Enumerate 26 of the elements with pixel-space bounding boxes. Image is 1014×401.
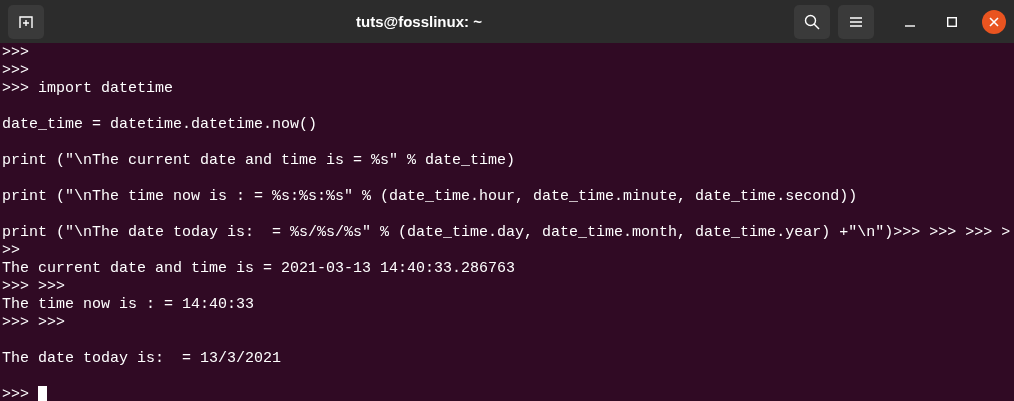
menu-icon — [849, 15, 863, 28]
terminal-line: print ("\nThe time now is : = %s:%s:%s" % (date_time.hour, date_time.minute, date_time.second)) — [2, 188, 858, 205]
window-title: tuts@fosslinux: ~ — [356, 12, 482, 30]
terminal-line: print ("\nThe date today is: = %s/%s/%s" % (date_time.day, date_time.month, date_time.year) +"\n")>>> >>> >>> > — [2, 224, 1011, 241]
terminal-line: The current date and time is = 2021-03-13 14:40:33.286763 — [2, 260, 516, 277]
search-icon — [804, 13, 820, 30]
terminal-line: The date today is: = 13/3/2021 — [2, 350, 282, 367]
terminal-line: >>> >>> — [2, 314, 65, 331]
terminal-line: >> — [2, 242, 20, 259]
close-button[interactable] — [982, 9, 1006, 34]
minimize-icon — [905, 24, 915, 27]
new-tab-button[interactable] — [8, 4, 44, 39]
terminal-prompt: >>> — [2, 386, 30, 401]
terminal-line: >>> — [2, 62, 29, 79]
text-cursor — [38, 386, 47, 401]
search-button[interactable] — [794, 4, 830, 39]
terminal-line: >>> import datetime — [2, 80, 174, 97]
new-tab-icon — [18, 13, 34, 30]
terminal-line: >>> — [2, 44, 29, 61]
terminal-line: >>> >>> — [2, 278, 65, 295]
terminal-line: print ("\nThe current date and time is = %s" % date_time) — [2, 152, 516, 169]
terminal-line: The time now is : = 14:40:33 — [2, 296, 255, 313]
menu-button[interactable] — [838, 4, 874, 39]
terminal-line: date_time = datetime.datetime.now() — [2, 116, 318, 133]
maximize-icon — [947, 16, 957, 27]
close-icon — [989, 16, 999, 27]
